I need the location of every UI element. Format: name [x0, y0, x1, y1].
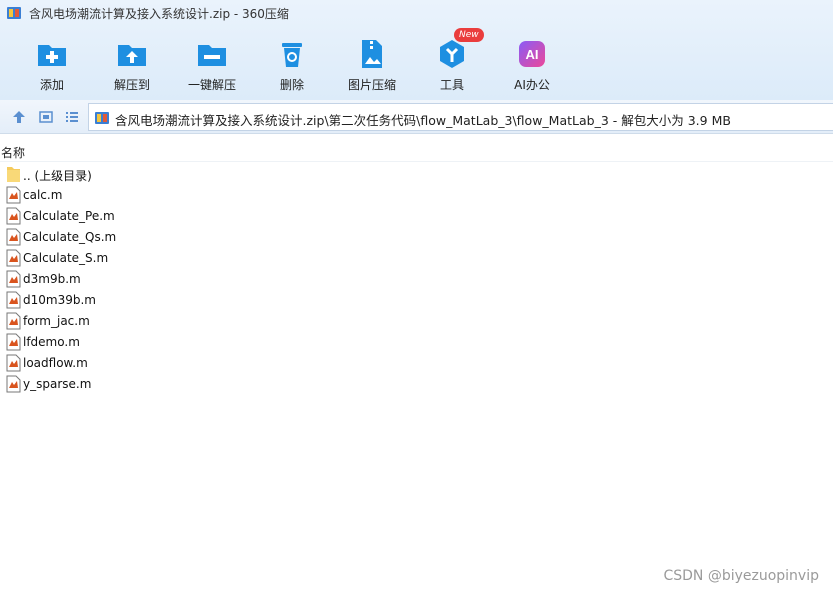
- top-panel: 含风电场潮流计算及接入系统设计.zip - 360压缩 添加 解压到 一键解压: [0, 0, 833, 100]
- extract-to-icon: [118, 45, 146, 66]
- file-name: Calculate_S.m: [23, 251, 109, 265]
- file-name: calc.m: [23, 188, 63, 202]
- matlab-file-icon: [6, 270, 21, 288]
- tools-button[interactable]: New 工具: [412, 28, 492, 96]
- title-bar: 含风电场潮流计算及接入系统设计.zip - 360压缩: [0, 0, 833, 26]
- new-badge: New: [454, 28, 484, 42]
- column-name-header[interactable]: 名称: [1, 144, 25, 161]
- list-item[interactable]: lfdemo.m: [0, 332, 833, 353]
- file-name: y_sparse.m: [23, 377, 92, 391]
- one-click-extract-icon: [198, 45, 226, 66]
- list-item[interactable]: Calculate_S.m: [0, 248, 833, 269]
- list-item[interactable]: calc.m: [0, 185, 833, 206]
- list-item[interactable]: d3m9b.m: [0, 269, 833, 290]
- list-item-parent-folder[interactable]: .. (上级目录): [0, 164, 833, 185]
- window-title: 含风电场潮流计算及接入系统设计.zip - 360压缩: [29, 7, 289, 21]
- ai-icon-text: AI: [526, 47, 539, 62]
- file-name: .. (上级目录): [23, 169, 92, 183]
- tools-label: 工具: [439, 78, 464, 92]
- matlab-file-icon: [6, 207, 21, 225]
- ai-office-button[interactable]: AI AI办公: [492, 34, 572, 96]
- one-click-extract-button[interactable]: 一键解压: [172, 34, 252, 96]
- toolbar: 添加 解压到 一键解压 删除 图片压缩 New 工具 AI AI办公: [0, 26, 833, 98]
- add-button[interactable]: 添加: [12, 34, 92, 96]
- image-compress-icon: [362, 40, 382, 68]
- list-item[interactable]: Calculate_Pe.m: [0, 206, 833, 227]
- extract-to-button[interactable]: 解压到: [92, 34, 172, 96]
- matlab-file-icon: [6, 249, 21, 267]
- delete-label: 删除: [279, 78, 304, 92]
- extract-to-label: 解压到: [113, 78, 150, 92]
- ai-office-label: AI办公: [514, 78, 550, 92]
- list-item[interactable]: y_sparse.m: [0, 374, 833, 395]
- file-name: d10m39b.m: [23, 293, 96, 307]
- delete-button[interactable]: 删除: [252, 34, 332, 96]
- list-view-icon[interactable]: [65, 110, 79, 124]
- address-row: 含风电场潮流计算及接入系统设计.zip\第二次任务代码\flow_MatLab_…: [0, 100, 833, 134]
- zip-file-icon: [95, 112, 109, 124]
- folder-icon: [7, 167, 20, 182]
- file-name: Calculate_Qs.m: [23, 230, 117, 244]
- image-compress-button[interactable]: 图片压缩: [332, 34, 412, 96]
- matlab-file-icon: [6, 186, 21, 204]
- file-name: Calculate_Pe.m: [23, 209, 115, 223]
- tools-icon: [440, 40, 464, 68]
- matlab-file-icon: [6, 291, 21, 309]
- file-name: loadflow.m: [23, 356, 88, 370]
- list-item[interactable]: Calculate_Qs.m: [0, 227, 833, 248]
- matlab-file-icon: [6, 312, 21, 330]
- add-label: 添加: [39, 78, 64, 92]
- column-header: 名称: [0, 134, 833, 162]
- file-name: form_jac.m: [23, 314, 90, 328]
- file-name: lfdemo.m: [23, 335, 80, 349]
- delete-icon: [282, 43, 302, 67]
- matlab-file-icon: [6, 333, 21, 351]
- address-bar[interactable]: 含风电场潮流计算及接入系统设计.zip\第二次任务代码\flow_MatLab_…: [88, 103, 833, 131]
- address-path: 含风电场潮流计算及接入系统设计.zip\第二次任务代码\flow_MatLab_…: [115, 113, 731, 128]
- matlab-file-icon: [6, 228, 21, 246]
- image-compress-label: 图片压缩: [347, 78, 396, 92]
- add-icon: [38, 45, 66, 66]
- watermark: CSDN @biyezuopinvip: [663, 568, 819, 584]
- matlab-file-icon: [6, 354, 21, 372]
- thumbnail-view-icon[interactable]: [39, 110, 53, 124]
- up-arrow-icon[interactable]: [12, 110, 26, 124]
- one-click-extract-label: 一键解压: [187, 78, 236, 92]
- list-item[interactable]: form_jac.m: [0, 311, 833, 332]
- file-name: d3m9b.m: [23, 272, 81, 286]
- list-item[interactable]: loadflow.m: [0, 353, 833, 374]
- zip-app-icon: [7, 7, 21, 19]
- list-item[interactable]: d10m39b.m: [0, 290, 833, 311]
- matlab-file-icon: [6, 375, 21, 393]
- ai-office-icon: AI: [519, 41, 545, 67]
